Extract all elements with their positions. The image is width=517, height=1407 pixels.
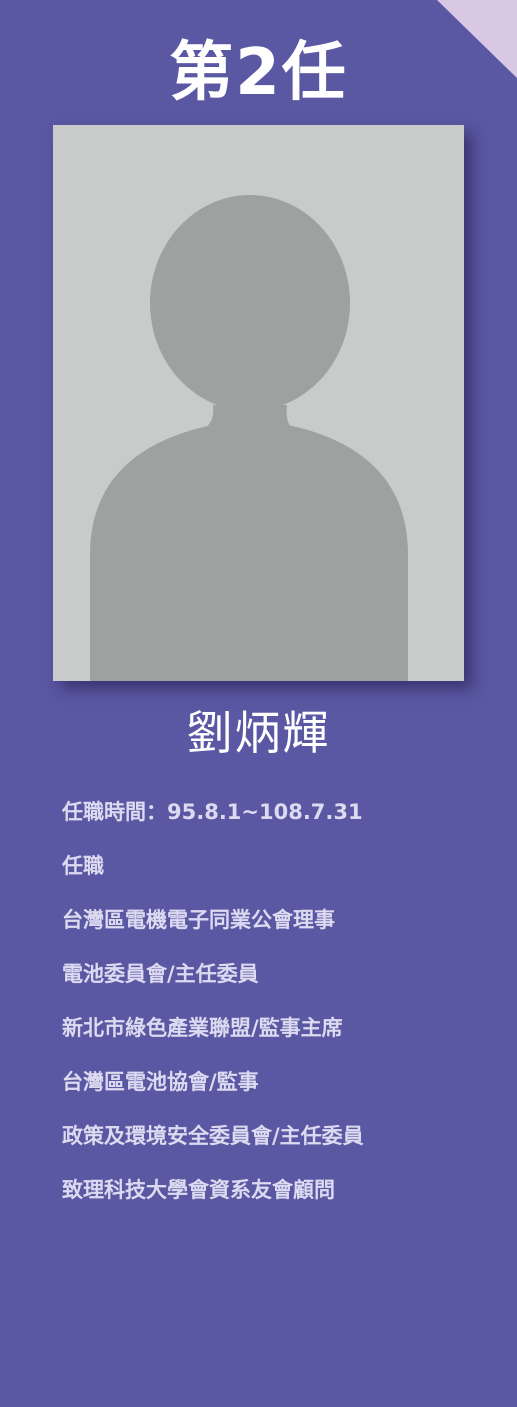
profile-photo (53, 125, 464, 681)
position-item: 電池委員會/主任委員 (62, 962, 259, 986)
details-list: 任職時間：95.8.1~108.7.31 任職 台灣區電機電子同業公會理事 電池… (62, 793, 364, 1225)
person-silhouette-icon (53, 125, 464, 681)
profile-card: 第2任 劉炳輝 任職時間：95.8.1~108.7.31 任職 台灣區電機電子同… (0, 0, 517, 1407)
position-item: 致理科技大學會資系友會顧問 (62, 1178, 335, 1202)
position-item: 台灣區電機電子同業公會理事 (62, 908, 335, 932)
position-item: 台灣區電池協會/監事 (62, 1070, 259, 1094)
positions-heading: 任職 (62, 854, 104, 878)
tenure-text: 任職時間：95.8.1~108.7.31 (62, 800, 363, 824)
position-item: 政策及環境安全委員會/主任委員 (62, 1124, 364, 1148)
person-name: 劉炳輝 (186, 706, 331, 760)
term-title: 第2任 (169, 36, 348, 110)
position-item: 新北市綠色產業聯盟/監事主席 (62, 1016, 343, 1040)
